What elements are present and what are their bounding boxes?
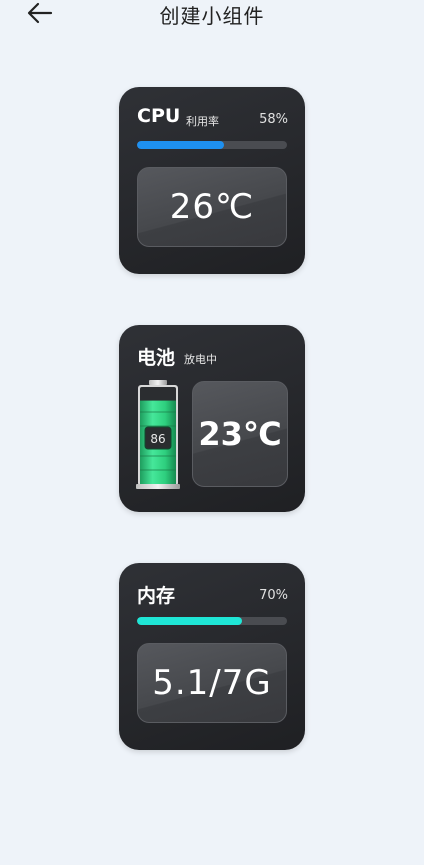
top-bar: 创建小组件: [0, 0, 424, 30]
cpu-widget-card[interactable]: CPU 利用率 58% 26℃: [119, 87, 305, 274]
cpu-usage-bar: [137, 141, 287, 149]
memory-widget-card[interactable]: 内存 70% 5.1/7G: [119, 563, 305, 750]
battery-widget-card[interactable]: 电池 放电中 86 23℃: [119, 325, 305, 512]
memory-usage-bar-fill: [137, 617, 242, 625]
memory-usage-value: 5.1/7G: [137, 643, 287, 723]
battery-level-icon: 86: [136, 380, 180, 490]
battery-status: 放电中: [184, 353, 217, 366]
cpu-usage-bar-fill: [137, 141, 224, 149]
memory-widget-title: 内存: [137, 585, 176, 607]
battery-temperature-value: 23℃: [192, 381, 288, 487]
cpu-temperature-value: 26℃: [137, 167, 287, 247]
cpu-widget-title: CPU: [137, 105, 181, 127]
battery-level-text: 86: [150, 432, 165, 446]
memory-usage-percent: 70%: [259, 588, 288, 603]
memory-usage-bar: [137, 617, 287, 625]
battery-widget-title: 电池: [137, 347, 176, 369]
page-title: 创建小组件: [159, 4, 265, 28]
cpu-usage-percent: 58%: [259, 112, 288, 127]
cpu-widget-subtitle: 利用率: [186, 115, 219, 128]
